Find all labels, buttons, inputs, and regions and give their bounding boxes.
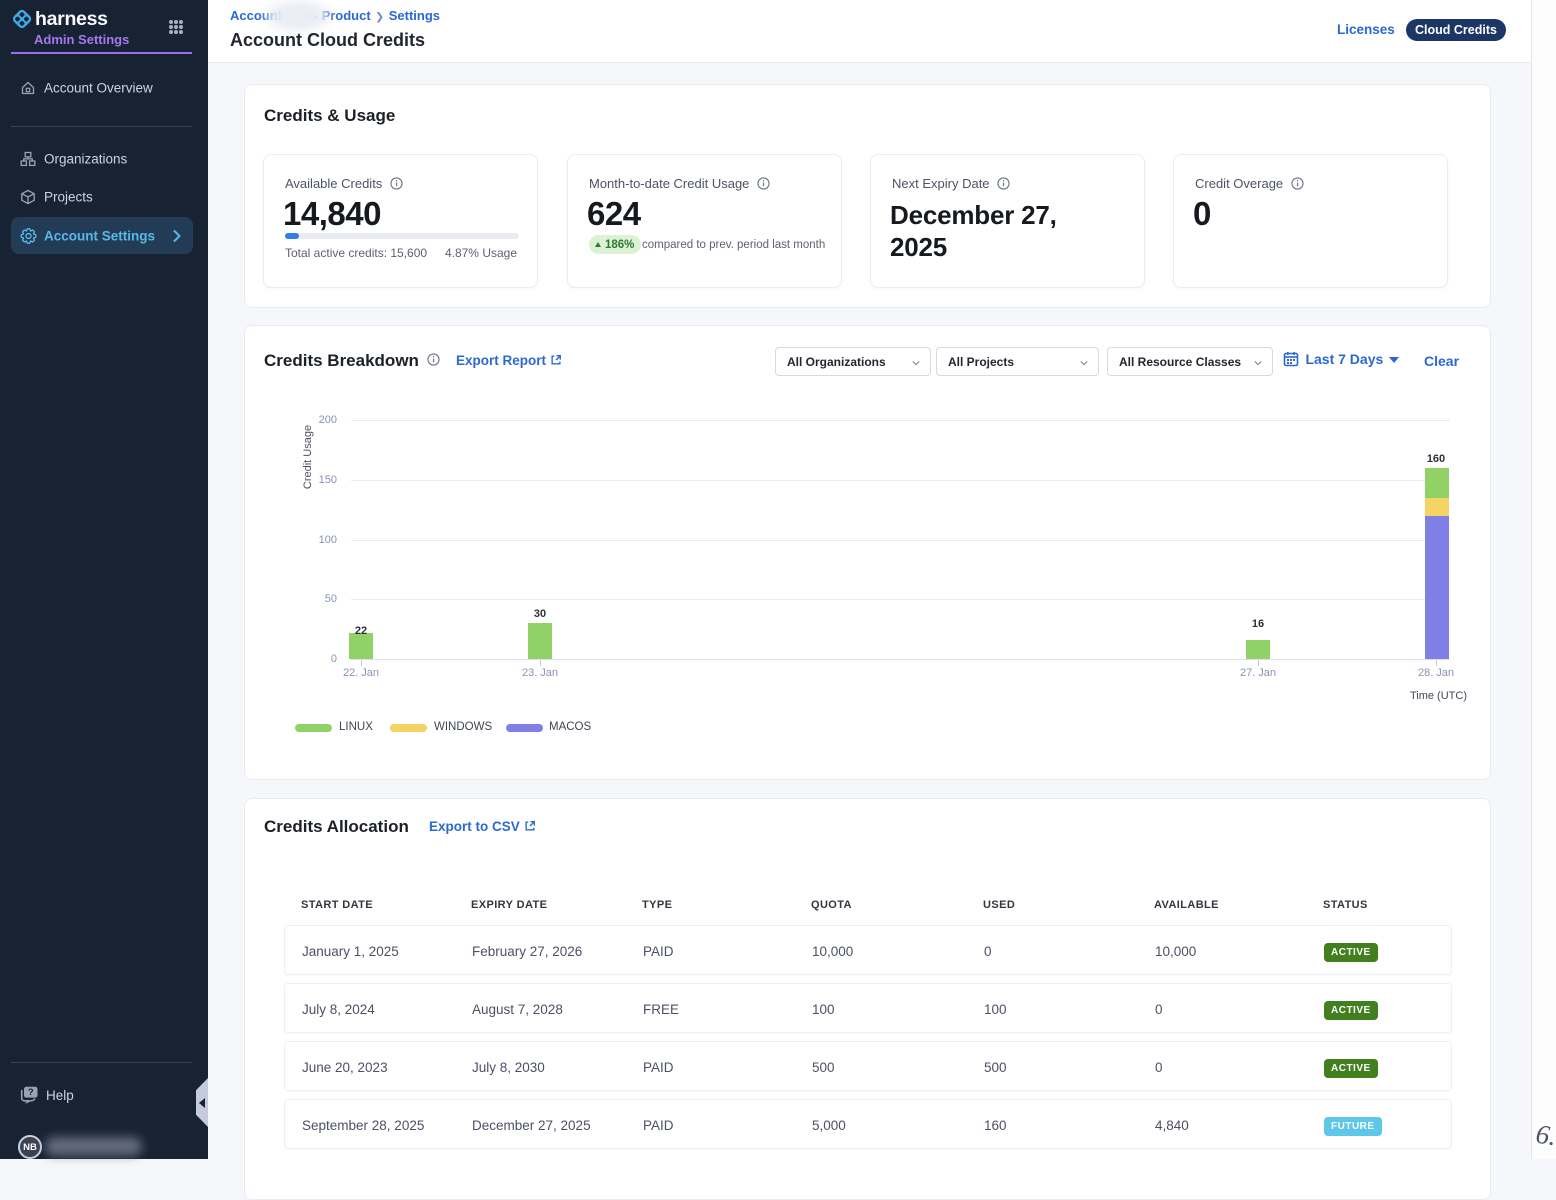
svg-text:?: ?	[28, 1087, 34, 1098]
